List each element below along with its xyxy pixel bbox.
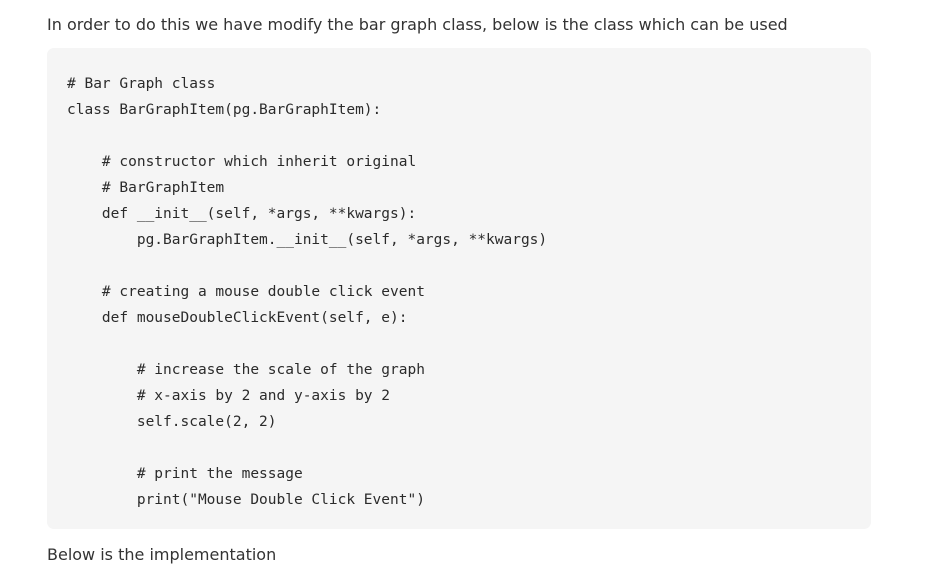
code-line: # x-axis by 2 and y-axis by 2	[67, 388, 391, 404]
code-line: # creating a mouse double click event	[67, 284, 425, 300]
intro-paragraph: In order to do this we have modify the b…	[47, 15, 788, 34]
code-line: # increase the scale of the graph	[67, 362, 425, 378]
code-line: # constructor which inherit original	[67, 154, 417, 170]
code-line: class BarGraphItem(pg.BarGraphItem):	[67, 102, 382, 118]
code-line: def mouseDoubleClickEvent(self, e):	[67, 310, 408, 326]
code-content: # Bar Graph class class BarGraphItem(pg.B…	[67, 71, 547, 513]
code-line: def __init__(self, *args, **kwargs):	[67, 206, 417, 222]
code-line: # BarGraphItem	[67, 180, 225, 196]
outro-paragraph: Below is the implementation	[47, 545, 277, 564]
code-block[interactable]: # Bar Graph class class BarGraphItem(pg.B…	[47, 48, 871, 529]
code-line: # print the message	[67, 466, 303, 482]
code-line: # Bar Graph class	[67, 76, 216, 92]
code-line: self.scale(2, 2)	[67, 414, 277, 430]
code-line: print("Mouse Double Click Event")	[67, 492, 425, 508]
code-line: pg.BarGraphItem.__init__(self, *args, **…	[67, 232, 548, 248]
